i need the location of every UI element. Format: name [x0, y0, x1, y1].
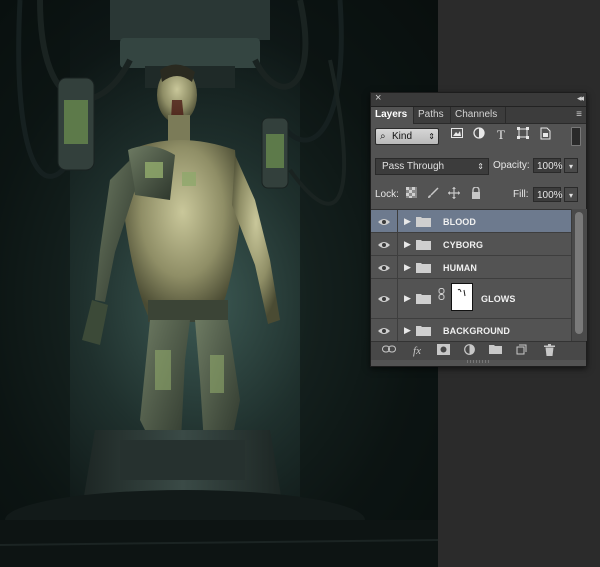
close-icon[interactable]: ×: [375, 92, 381, 104]
fill-dropdown-arrow[interactable]: ▾: [564, 187, 578, 202]
collapse-icon[interactable]: ◂◂: [577, 93, 584, 104]
panel-menu-icon[interactable]: ≡: [576, 109, 582, 120]
filter-row: ⌕ Kind ⇕ T: [371, 125, 586, 147]
type-filter-icon[interactable]: T: [493, 127, 509, 143]
smart-object-filter-icon[interactable]: [537, 127, 553, 143]
opacity-dropdown-arrow[interactable]: ▾: [564, 158, 578, 173]
updown-arrows-icon: ⇕: [428, 132, 435, 141]
lock-image-icon[interactable]: [426, 187, 440, 201]
filter-kind-label: Kind: [392, 131, 413, 142]
filter-kind-select[interactable]: ⌕ Kind ⇕: [375, 128, 439, 145]
visibility-eye-icon[interactable]: [377, 293, 391, 305]
layers-bottom-toolbar: fx: [371, 341, 586, 360]
layer-row-background[interactable]: ▶ BACKGROUND: [371, 319, 571, 342]
opacity-label: Opacity:: [493, 160, 530, 171]
layer-name[interactable]: BACKGROUND: [443, 326, 510, 336]
adjustment-filter-icon[interactable]: [471, 127, 487, 143]
blend-row: Pass Through ⇕ Opacity: 100% ▾: [371, 155, 586, 177]
layer-row-glows[interactable]: ▶ GLOWS: [371, 279, 571, 319]
visibility-eye-icon[interactable]: [377, 325, 391, 337]
fill-field[interactable]: 100%: [533, 187, 563, 202]
folder-icon: [416, 294, 431, 304]
layer-name[interactable]: GLOWS: [481, 294, 516, 304]
lock-transparent-icon[interactable]: [404, 187, 418, 201]
mask-link-icon[interactable]: [438, 288, 445, 300]
layer-name[interactable]: BLOOD: [443, 217, 476, 227]
visibility-eye-icon[interactable]: [377, 262, 391, 274]
layer-row-blood[interactable]: ▶ BLOOD: [371, 210, 571, 233]
folder-icon: [416, 326, 431, 336]
new-layer-icon[interactable]: [513, 344, 529, 358]
layers-list: ▶ BLOOD ▶ CYBORG ▶ HUMAN ▶ GLOWS ▶ BACKG…: [371, 209, 571, 342]
layer-row-cyborg[interactable]: ▶ CYBORG: [371, 233, 571, 256]
layer-name[interactable]: CYBORG: [443, 240, 483, 250]
filter-toggle-switch[interactable]: [571, 127, 581, 146]
lock-position-icon[interactable]: [447, 187, 461, 201]
fx-icon[interactable]: fx: [409, 344, 425, 358]
folder-icon: [416, 240, 431, 250]
layer-row-human[interactable]: ▶ HUMAN: [371, 256, 571, 279]
visibility-eye-icon[interactable]: [377, 216, 391, 228]
panel-tabs: Layers Paths Channels ≡: [371, 107, 586, 124]
expand-triangle-icon[interactable]: ▶: [404, 293, 411, 304]
panel-resize-grip[interactable]: [467, 360, 489, 363]
tab-paths[interactable]: Paths: [414, 107, 451, 123]
layer-mask-thumbnail[interactable]: [451, 283, 473, 311]
lock-all-icon[interactable]: [469, 186, 483, 201]
panel-title-bar[interactable]: × ◂◂: [371, 92, 586, 107]
lock-row: Lock: Fill: 100% ▾: [371, 184, 586, 206]
image-filter-icon[interactable]: [449, 127, 465, 143]
layer-name[interactable]: HUMAN: [443, 263, 477, 273]
scrollbar-thumb[interactable]: [575, 212, 583, 334]
add-mask-icon[interactable]: [435, 344, 451, 358]
search-icon: ⌕: [380, 131, 386, 142]
trash-icon[interactable]: [541, 344, 557, 358]
fill-label: Fill:: [513, 189, 529, 200]
folder-icon: [416, 217, 431, 227]
updown-arrows-icon: ⇕: [477, 162, 484, 171]
expand-triangle-icon[interactable]: ▶: [404, 262, 411, 273]
tab-layers[interactable]: Layers: [371, 107, 414, 124]
adjustment-layer-icon[interactable]: [461, 344, 477, 358]
folder-icon: [416, 263, 431, 273]
tab-channels[interactable]: Channels: [451, 107, 506, 123]
layers-panel: × ◂◂ Layers Paths Channels ≡ ⌕ Kind ⇕ T: [370, 92, 587, 367]
visibility-eye-icon[interactable]: [377, 239, 391, 251]
link-layers-icon[interactable]: [381, 344, 397, 358]
layers-scrollbar[interactable]: [571, 209, 587, 341]
expand-triangle-icon[interactable]: ▶: [404, 216, 411, 227]
blend-mode-select[interactable]: Pass Through ⇕: [375, 158, 489, 175]
blend-mode-value: Pass Through: [382, 161, 445, 172]
expand-triangle-icon[interactable]: ▶: [404, 239, 411, 250]
opacity-field[interactable]: 100%: [533, 158, 563, 173]
shape-filter-icon[interactable]: [515, 127, 531, 143]
lock-label: Lock:: [375, 189, 399, 200]
new-group-icon[interactable]: [487, 344, 503, 358]
expand-triangle-icon[interactable]: ▶: [404, 325, 411, 336]
